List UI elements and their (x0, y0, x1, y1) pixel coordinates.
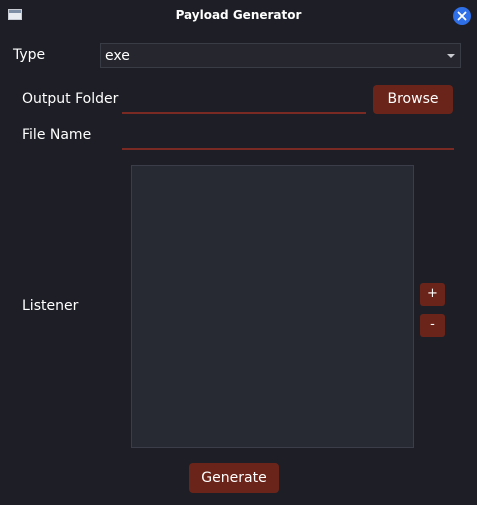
payload-generator-window: Payload Generator Type exe Output Folder… (0, 0, 477, 505)
output-folder-input[interactable] (122, 88, 366, 114)
type-selected-value: exe (105, 48, 130, 64)
browse-button[interactable]: Browse (373, 85, 453, 114)
close-icon (457, 11, 467, 21)
remove-listener-button[interactable]: - (420, 314, 445, 337)
title-bar: Payload Generator (0, 0, 477, 32)
chevron-down-icon (447, 54, 455, 58)
listener-list[interactable] (131, 165, 414, 448)
generate-button[interactable]: Generate (189, 463, 279, 493)
add-listener-button[interactable]: + (420, 283, 445, 306)
type-label: Type (13, 47, 46, 63)
file-name-label: File Name (22, 127, 92, 143)
window-title: Payload Generator (175, 8, 302, 22)
file-name-input[interactable] (122, 124, 454, 150)
close-button[interactable] (453, 7, 471, 25)
type-dropdown[interactable]: exe (100, 43, 461, 68)
listener-label: Listener (22, 298, 79, 314)
output-folder-label: Output Folder (22, 91, 119, 107)
